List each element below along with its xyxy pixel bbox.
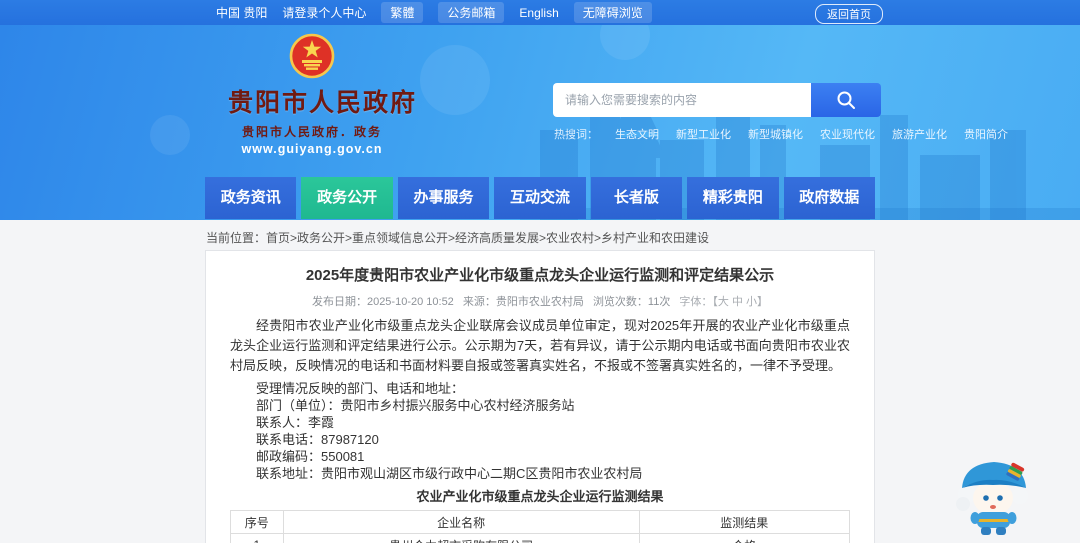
- nav-item-zhengfu-shuju[interactable]: 政府数据: [783, 177, 875, 219]
- article-title: 2025年度贵阳市农业产业化市级重点龙头企业运行监测和评定结果公示: [305, 267, 775, 284]
- main-navigation: 政务资讯 政务公开 办事服务 互动交流 长者版 精彩贵阳 政府数据: [205, 177, 875, 219]
- hot-word-link[interactable]: 新型城镇化: [748, 126, 803, 142]
- article-meta: 发布日期：2025-10-20 10:52 来源：贵阳市农业农村局 浏览次数：1…: [230, 293, 850, 309]
- publish-date: 发布日期：2025-10-20 10:52: [311, 296, 454, 308]
- nav-item-zhengwu-gongkai[interactable]: 政务公开: [301, 177, 393, 219]
- site-subtitle: 贵阳市人民政府．政务: [241, 125, 382, 139]
- site-banner: 贵阳市人民政府 贵阳市人民政府．政务 www.guiyang.gov.cn 热搜…: [0, 25, 1080, 220]
- cell-index: 1: [230, 533, 284, 543]
- contact-phone: 联系电话：87987120: [256, 432, 379, 447]
- breadcrumb-label: 当前位置：: [206, 231, 267, 245]
- page: 中国 贵阳 请登录个人中心 繁體 公务邮箱 English 无障碍浏览 返回首页: [0, 0, 1080, 543]
- breadcrumb: 当前位置：首页>政务公开>重点领域信息公开>经济高质量发展>农业农村>乡村产业和…: [206, 229, 709, 246]
- col-header-company: 企业名称: [282, 510, 640, 534]
- table-caption: 农业产业化市级重点龙头企业运行监测结果: [416, 489, 664, 504]
- banner-bokeh: [600, 25, 650, 60]
- contact-address: 联系地址：贵阳市观山湖区市级行政中心二期C区贵阳市农业农村局: [256, 466, 643, 481]
- banner-bokeh: [150, 115, 190, 155]
- breadcrumb-path[interactable]: 首页>政务公开>重点领域信息公开>经济高质量发展>农业农村>乡村产业和农田建设: [266, 231, 709, 245]
- mascot-icon: [956, 462, 1028, 535]
- site-title: 贵阳市人民政府: [228, 89, 418, 117]
- link-china-guiyang[interactable]: 中国 贵阳: [216, 4, 267, 21]
- cell-company: 贵州合力超市采购有限公司: [282, 533, 640, 543]
- link-english[interactable]: English: [519, 6, 558, 20]
- link-login-personal-center[interactable]: 请登录个人中心: [282, 4, 366, 21]
- mascot-assistant[interactable]: [950, 452, 1038, 542]
- return-home-button[interactable]: 返回首页: [815, 4, 883, 24]
- search-bar: [553, 83, 881, 117]
- site-url: www.guiyang.gov.cn: [241, 142, 383, 156]
- hot-word-link[interactable]: 农业现代化: [820, 126, 875, 142]
- search-icon: [837, 91, 855, 109]
- hot-word-link[interactable]: 旅游产业化: [892, 126, 947, 142]
- article-source: 来源：贵阳市农业农村局: [462, 296, 584, 308]
- article-body: 经贵阳市农业产业化市级重点龙头企业联席会议成员单位审定，现对2025年开展的农业…: [230, 316, 850, 482]
- national-emblem-icon: [289, 33, 335, 79]
- banner-bokeh: [420, 45, 490, 115]
- search-input[interactable]: [553, 83, 811, 117]
- table-row: 1 贵州合力超市采购有限公司 合格: [230, 533, 851, 543]
- nav-item-zhangzheban[interactable]: 长者版: [590, 177, 683, 219]
- nav-item-zhengwu-zixun[interactable]: 政务资讯: [205, 177, 297, 219]
- font-size-controls[interactable]: 字体：【大 中 小】: [679, 296, 768, 308]
- table-header-row: 序号 企业名称 监测结果: [230, 510, 851, 534]
- view-count: 浏览次数：11次: [592, 296, 671, 308]
- article-content-box: 2025年度贵阳市农业产业化市级重点龙头企业运行监测和评定结果公示 发布日期：2…: [205, 250, 875, 543]
- col-header-index: 序号: [230, 510, 284, 534]
- topbar-links: 中国 贵阳 请登录个人中心 繁體 公务邮箱 English 无障碍浏览: [0, 2, 652, 23]
- link-traditional-chinese[interactable]: 繁體: [381, 2, 424, 23]
- top-utility-bar: 中国 贵阳 请登录个人中心 繁體 公务邮箱 English 无障碍浏览 返回首页: [0, 0, 1080, 25]
- nav-item-banshi-fuwu[interactable]: 办事服务: [397, 177, 490, 219]
- contact-person: 联系人：李霞: [256, 415, 335, 430]
- nav-item-jingcai-guiyang[interactable]: 精彩贵阳: [687, 177, 779, 219]
- site-logo-block: 贵阳市人民政府 贵阳市人民政府．政务 www.guiyang.gov.cn: [228, 32, 418, 156]
- col-header-result: 监测结果: [638, 510, 851, 534]
- hot-word-link[interactable]: 新型工业化: [676, 126, 731, 142]
- link-accessibility[interactable]: 无障碍浏览: [573, 2, 652, 23]
- link-official-mail[interactable]: 公务邮箱: [438, 2, 505, 23]
- hot-search-words: 热搜词： 生态文明 新型工业化 新型城镇化 农业现代化 旅游产业化 贵阳简介: [554, 126, 1008, 142]
- monitoring-result-table: 序号 企业名称 监测结果 1 贵州合力超市采购有限公司 合格 2 贵州友禾种业有…: [230, 510, 851, 543]
- article-paragraph: 受理情况反映的部门、电话和地址：: [256, 381, 465, 396]
- cell-result: 合格: [638, 533, 851, 543]
- postal-code: 邮政编码：550081: [256, 449, 365, 464]
- contact-department: 部门（单位）：贵阳市乡村振兴服务中心农村经济服务站: [256, 398, 575, 413]
- hot-search-label: 热搜词：: [554, 129, 598, 141]
- nav-item-hudong-jiaoliu[interactable]: 互动交流: [494, 177, 586, 219]
- search-button[interactable]: [811, 83, 881, 117]
- article-paragraph: 经贵阳市农业产业化市级重点龙头企业联席会议成员单位审定，现对2025年开展的农业…: [230, 318, 850, 373]
- hot-word-link[interactable]: 生态文明: [615, 126, 659, 142]
- hot-word-link[interactable]: 贵阳简介: [964, 126, 1008, 142]
